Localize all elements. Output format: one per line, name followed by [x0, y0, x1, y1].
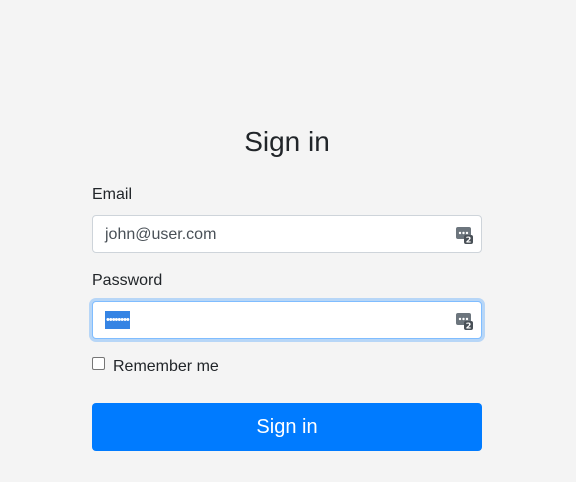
password-manager-icon[interactable]: 2	[456, 312, 473, 331]
svg-text:2: 2	[466, 322, 472, 331]
remember-me-label[interactable]: Remember me	[113, 357, 219, 377]
password-manager-icon[interactable]: 2	[456, 226, 473, 245]
email-field[interactable]: john@user.com 2	[92, 215, 482, 253]
password-field[interactable]: •••••••• 2	[92, 301, 482, 339]
page-title: Sign in	[244, 126, 330, 157]
email-label: Email	[92, 186, 133, 203]
remember-me-checkbox[interactable]	[92, 357, 105, 370]
password-value: ••••••••	[105, 311, 130, 329]
sign-in-button[interactable]: Sign in	[92, 403, 482, 451]
password-label: Password	[92, 272, 163, 289]
email-value: john@user.com	[105, 226, 217, 243]
svg-text:2: 2	[466, 236, 472, 245]
